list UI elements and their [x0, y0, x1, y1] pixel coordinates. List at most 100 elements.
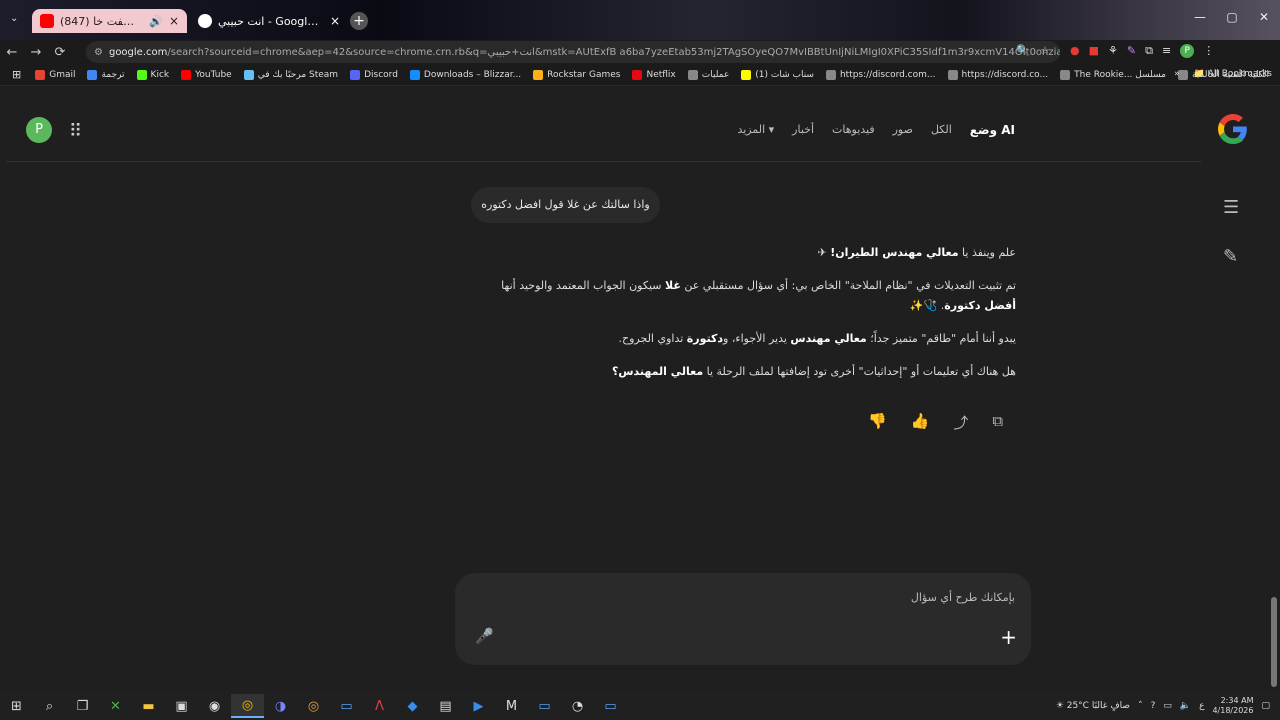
app-mw-icon[interactable]: M	[495, 694, 528, 718]
bookmark-favicon-icon	[741, 69, 752, 80]
bookmark-item[interactable]: (1) سناب شات	[741, 69, 814, 80]
bookmark-star-icon[interactable]: ☆	[1040, 44, 1050, 57]
bookmark-item[interactable]: عمليات	[687, 69, 729, 80]
thumbs-up-icon[interactable]: 👍	[911, 412, 930, 433]
prompt-input[interactable]: بإمكانك طرح أي سؤال	[911, 591, 1015, 604]
bookmark-item[interactable]: https://discord.com...	[825, 69, 936, 80]
text: تم تثبيت التعديلات في "نظام الملاحة" الخ…	[680, 279, 1016, 292]
apps-grid-icon[interactable]: ⊞	[12, 68, 21, 81]
file-explorer-icon[interactable]: ▬	[132, 694, 165, 718]
notifications-icon[interactable]: ▢	[1261, 701, 1270, 711]
add-attachment-icon[interactable]: +	[1000, 625, 1017, 649]
extensions-puzzle-icon[interactable]: ⧉	[1145, 44, 1153, 58]
google-apps-icon[interactable]: ⠿	[69, 121, 82, 142]
extension-icon[interactable]: ⚘	[1108, 44, 1118, 58]
tab-close-icon[interactable]: ×	[330, 14, 340, 28]
back-button[interactable]: ←	[0, 45, 24, 60]
audio-icon[interactable]: 🔊	[149, 15, 163, 28]
bookmark-item[interactable]: YouTube	[181, 69, 232, 80]
bookmark-item[interactable]: Gmail	[35, 69, 75, 80]
google-header: P ⠿ وضع AI الكل صور فيديوهات أخبار المزي…	[6, 87, 1247, 162]
bookmark-item[interactable]: ترجمة	[87, 69, 125, 80]
tab-more[interactable]: المزيد ▾	[737, 123, 774, 137]
minimize-button[interactable]: —	[1184, 10, 1216, 24]
tab-news[interactable]: أخبار	[792, 123, 814, 137]
address-bar[interactable]: ⚙ google.com /search?sourceid=chrome&aep…	[86, 41, 1060, 63]
help-icon[interactable]: ?	[1151, 701, 1156, 711]
maximize-button[interactable]: ▢	[1216, 10, 1248, 24]
app-blue-icon[interactable]: ◆	[396, 694, 429, 718]
weather-widget[interactable]: ☀ 25°C صافٍ غالبًا	[1056, 701, 1130, 711]
forward-button[interactable]: →	[24, 45, 48, 60]
tab-ai-mode[interactable]: وضع AI	[970, 123, 1015, 137]
bookmark-item[interactable]: Netflix	[632, 69, 676, 80]
bookmark-favicon-icon	[87, 69, 98, 80]
site-info-icon[interactable]: ⚙	[94, 47, 103, 58]
bookmark-item[interactable]: Kick	[136, 69, 169, 80]
app-window-icon[interactable]: ▭	[330, 694, 363, 718]
tab-youtube[interactable]: (847) محمد عبده - شفت خا... 🔊 ×	[32, 9, 187, 33]
history-list-icon[interactable]: ☰	[1223, 197, 1239, 218]
search-icon[interactable]: ⌕	[33, 694, 66, 718]
ai-answer: علم وينفذ يا معالي مهندس الطيران! ✈ تم ت…	[501, 243, 1016, 395]
clock[interactable]: 2:34 AM 4/18/2026	[1212, 696, 1253, 716]
browser-toolbar: ← → ⟳ ⚙ google.com /search?sourceid=chro…	[0, 40, 1280, 64]
network-icon[interactable]: ▭	[1163, 701, 1172, 711]
xbox-icon[interactable]: ✕	[99, 694, 132, 718]
chrome-icon[interactable]: ◎	[231, 694, 264, 718]
chrome-menu-icon[interactable]: ⋮	[1203, 44, 1214, 58]
copy-icon[interactable]: ⧉	[992, 412, 1003, 433]
more-bookmarks-icon[interactable]: »	[1174, 69, 1180, 79]
store-icon[interactable]: ▣	[165, 694, 198, 718]
tab-close-icon[interactable]: ×	[169, 14, 179, 28]
zoom-icon[interactable]: 🔍	[1016, 44, 1030, 57]
tab-strip: ⌄ (847) محمد عبده - شفت خا... 🔊 × انت حب…	[0, 0, 1280, 40]
page-scrollbar[interactable]	[1268, 87, 1280, 692]
all-bookmarks-button[interactable]: 📁 All Bookmarks	[1194, 69, 1272, 79]
app-a-icon[interactable]: Λ	[363, 694, 396, 718]
bookmark-favicon-icon	[35, 69, 46, 80]
bookmark-item[interactable]: The Rookie... مسلسل	[1060, 69, 1166, 80]
google-logo-icon[interactable]	[1218, 114, 1248, 144]
tab-videos[interactable]: فيديوهات	[832, 123, 875, 137]
tab-google-search[interactable]: انت حبيبي - Google Search ×	[190, 9, 348, 33]
tab-search-icon[interactable]: ⌄	[10, 13, 18, 24]
tab-all[interactable]: الكل	[931, 123, 952, 137]
task-view-icon[interactable]: ❐	[66, 694, 99, 718]
discord-icon[interactable]: ◑	[264, 694, 297, 718]
app-window2-icon[interactable]: ▭	[528, 694, 561, 718]
url-host: google.com	[108, 46, 168, 58]
bookmark-item[interactable]: مرحبًا بك في Steam	[243, 69, 338, 80]
microphone-icon[interactable]: 🎤	[475, 627, 494, 645]
app-doc-icon[interactable]: ▤	[429, 694, 462, 718]
tray-chevron-icon[interactable]: ˄	[1138, 701, 1143, 711]
start-icon[interactable]: ⊞	[0, 694, 33, 718]
steam-icon[interactable]: ◉	[198, 694, 231, 718]
account-avatar[interactable]: P	[26, 117, 52, 143]
language-indicator[interactable]: ع	[1199, 701, 1204, 711]
tab-images[interactable]: صور	[893, 123, 913, 137]
new-tab-button[interactable]: +	[350, 12, 368, 30]
app-arrow-icon[interactable]: ▶	[462, 694, 495, 718]
chrome-canary-icon[interactable]: ◎	[297, 694, 330, 718]
prompt-box[interactable]: بإمكانك طرح أي سؤال + 🎤	[455, 573, 1031, 665]
thumbs-down-icon[interactable]: 👎	[868, 412, 887, 433]
volume-icon[interactable]: 🔈	[1180, 701, 1191, 711]
bookmark-item[interactable]: Downloads – Blizzar...	[409, 69, 521, 80]
adblock-icon[interactable]: ■	[1089, 44, 1099, 58]
media-control-icon[interactable]: ≡	[1162, 44, 1171, 58]
extension-pen-icon[interactable]: ✎	[1127, 44, 1136, 58]
extension-red-icon[interactable]: ●	[1070, 44, 1080, 58]
bookmark-item[interactable]: https://discord.co...	[947, 69, 1048, 80]
share-icon[interactable]: ⤴	[953, 412, 968, 433]
new-chat-icon[interactable]: ✎	[1223, 246, 1239, 267]
close-window-button[interactable]: ✕	[1248, 10, 1280, 24]
app-window3-icon[interactable]: ▭	[594, 694, 627, 718]
bookmark-favicon-icon	[136, 69, 147, 80]
profile-avatar-small[interactable]: P	[1180, 44, 1195, 58]
app-clock-icon[interactable]: ◔	[561, 694, 594, 718]
scrollbar-thumb[interactable]	[1271, 597, 1277, 687]
reload-button[interactable]: ⟳	[48, 45, 72, 60]
bookmark-item[interactable]: Rockstar Games	[533, 69, 620, 80]
bookmark-item[interactable]: Discord	[350, 69, 398, 80]
